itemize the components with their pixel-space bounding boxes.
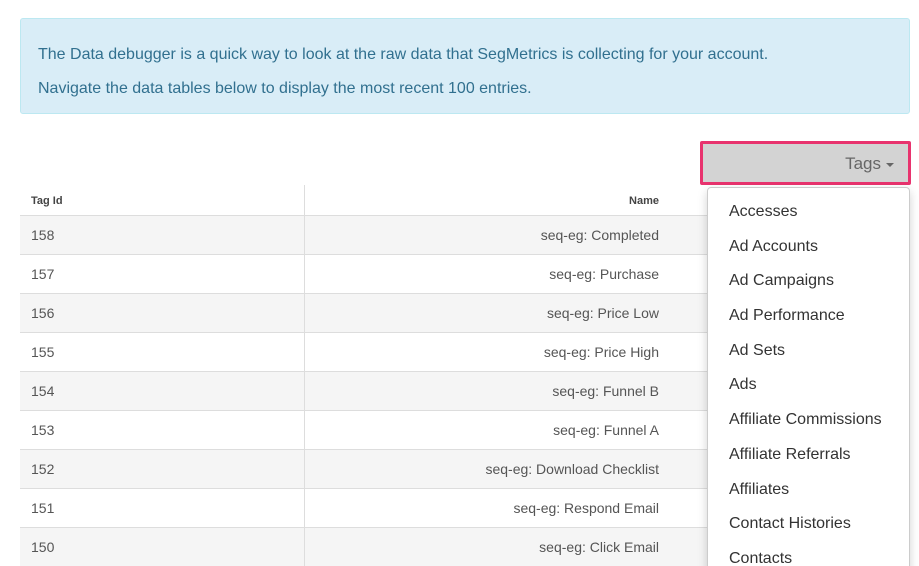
info-banner-line-2: Navigate the data tables below to displa… <box>38 80 532 97</box>
cell-tag-id: 153 <box>20 410 305 450</box>
cell-name: seq-eg: Completed <box>304 215 668 255</box>
dropdown-item-ad-campaigns[interactable]: Ad Campaigns <box>708 264 909 299</box>
dropdown-item-affiliates[interactable]: Affiliates <box>708 473 909 508</box>
column-header-tag-id[interactable]: Tag Id <box>20 185 305 216</box>
cell-tag-id: 158 <box>20 215 305 255</box>
tables-dropdown-button[interactable]: Tags <box>700 141 911 185</box>
table-row: 155 seq-eg: Price High <box>20 332 720 372</box>
cell-tag-id: 151 <box>20 488 305 528</box>
cell-name: seq-eg: Price Low <box>304 293 668 333</box>
table-row: 157 seq-eg: Purchase <box>20 254 720 294</box>
table-row: 153 seq-eg: Funnel A <box>20 410 720 450</box>
dropdown-item-accesses[interactable]: Accesses <box>708 195 909 230</box>
info-banner: The Data debugger is a quick way to look… <box>20 18 910 114</box>
tables-dropdown-label: Tags <box>845 154 881 173</box>
dropdown-item-contacts[interactable]: Contacts <box>708 542 909 566</box>
dropdown-item-ad-sets[interactable]: Ad Sets <box>708 334 909 369</box>
dropdown-item-affiliate-referrals[interactable]: Affiliate Referrals <box>708 438 909 473</box>
cell-tag-id: 154 <box>20 371 305 411</box>
tables-dropdown-menu: Accesses Ad Accounts Ad Campaigns Ad Per… <box>707 187 910 566</box>
caret-down-icon <box>886 162 894 167</box>
table-header-row: Tag Id Name <box>20 185 720 216</box>
cell-name: seq-eg: Click Email <box>304 527 668 566</box>
cell-name: seq-eg: Funnel A <box>304 410 668 450</box>
cell-name: seq-eg: Funnel B <box>304 371 668 411</box>
cell-name: seq-eg: Download Checklist <box>304 449 668 489</box>
dropdown-item-ads[interactable]: Ads <box>708 368 909 403</box>
table-row: 150 seq-eg: Click Email <box>20 527 720 566</box>
cell-name: seq-eg: Price High <box>304 332 668 372</box>
dropdown-item-affiliate-commissions[interactable]: Affiliate Commissions <box>708 403 909 438</box>
dropdown-item-ad-performance[interactable]: Ad Performance <box>708 299 909 334</box>
cell-name: seq-eg: Purchase <box>304 254 668 294</box>
table-row: 154 seq-eg: Funnel B <box>20 371 720 411</box>
table-row: 156 seq-eg: Price Low <box>20 293 720 333</box>
dropdown-item-contact-histories[interactable]: Contact Histories <box>708 507 909 542</box>
data-table-container: Tag Id Name 158 seq-eg: Completed 157 se… <box>20 185 720 566</box>
column-header-name[interactable]: Name <box>304 185 668 216</box>
dropdown-item-ad-accounts[interactable]: Ad Accounts <box>708 230 909 265</box>
cell-tag-id: 152 <box>20 449 305 489</box>
info-banner-line-1: The Data debugger is a quick way to look… <box>38 46 769 63</box>
table-row: 158 seq-eg: Completed <box>20 215 720 255</box>
cell-tag-id: 150 <box>20 527 305 566</box>
table-row: 151 seq-eg: Respond Email <box>20 488 720 528</box>
cell-tag-id: 155 <box>20 332 305 372</box>
table-row: 152 seq-eg: Download Checklist <box>20 449 720 489</box>
cell-tag-id: 157 <box>20 254 305 294</box>
data-table: Tag Id Name 158 seq-eg: Completed 157 se… <box>20 185 720 566</box>
cell-tag-id: 156 <box>20 293 305 333</box>
cell-name: seq-eg: Respond Email <box>304 488 668 528</box>
